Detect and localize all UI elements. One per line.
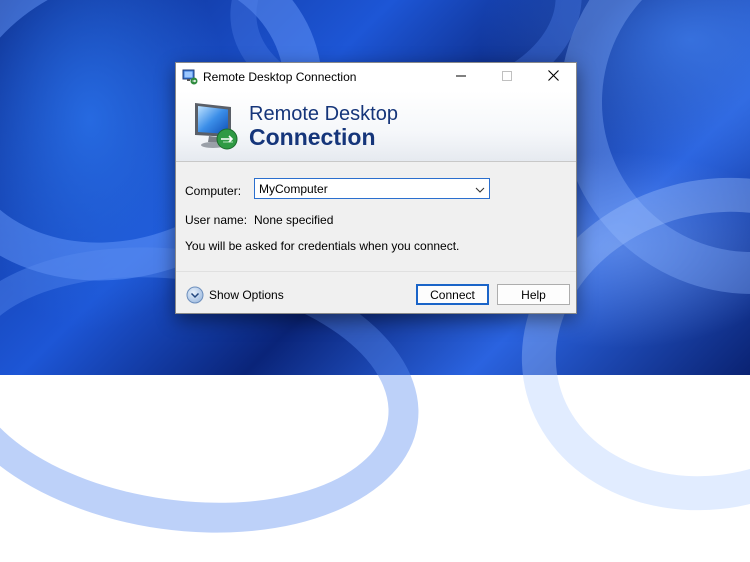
- minimize-icon: [456, 68, 466, 86]
- show-options-label[interactable]: Show Options: [209, 288, 284, 302]
- window-title: Remote Desktop Connection: [203, 70, 357, 84]
- minimize-button[interactable]: [438, 63, 484, 91]
- credentials-note: You will be asked for credentials when y…: [185, 239, 460, 253]
- banner-title-line1: Remote Desktop: [249, 103, 398, 125]
- computer-label: Computer:: [185, 184, 242, 198]
- close-button[interactable]: [530, 63, 576, 91]
- maximize-icon: [502, 68, 512, 86]
- username-label: User name:: [185, 213, 248, 227]
- computer-combobox[interactable]: MyComputer: [254, 178, 490, 199]
- banner-title-line2: Connection: [249, 124, 376, 150]
- chevron-down-icon[interactable]: [474, 183, 486, 195]
- computer-input-value[interactable]: MyComputer: [259, 182, 328, 196]
- maximize-button[interactable]: [484, 63, 530, 91]
- connect-button[interactable]: Connect: [416, 284, 489, 305]
- footer-divider: [176, 271, 576, 272]
- help-button[interactable]: Help: [497, 284, 570, 305]
- expand-chevron-icon[interactable]: [186, 286, 204, 304]
- rdc-dialog: Remote Desktop Connection Remote Desktop…: [175, 62, 577, 314]
- title-bar[interactable]: Remote Desktop Connection: [176, 63, 576, 91]
- username-value: None specified: [254, 213, 334, 227]
- monitor-arrows-icon: [191, 99, 241, 153]
- header-banner: Remote Desktop Connection: [176, 91, 576, 162]
- close-icon: [547, 68, 559, 86]
- rdc-app-icon: [182, 69, 198, 85]
